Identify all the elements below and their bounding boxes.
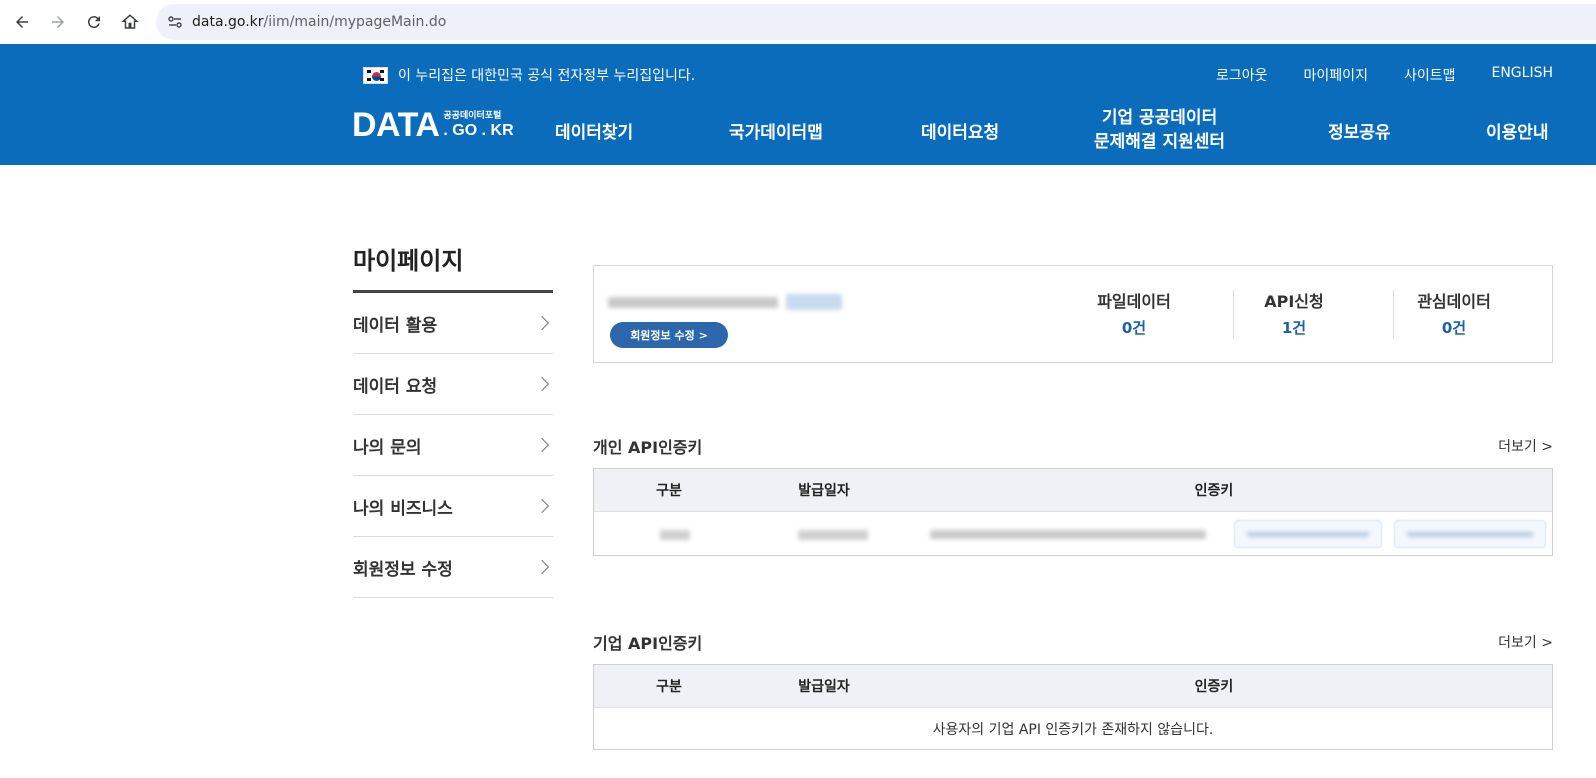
logo-sub: 공공데이터포털	[443, 111, 502, 121]
page-title: 마이페이지	[353, 247, 464, 275]
redacted-type	[660, 530, 690, 540]
column-header-type: 구분	[656, 483, 682, 499]
stat-value: 0건	[1441, 319, 1467, 337]
member-summary: 회원정보 수정 > 파일데이터 0건 API신청 1건 관심데이터 0건	[593, 265, 1553, 363]
stat-label: 관심데이터	[1417, 292, 1491, 311]
logout-link[interactable]: 로그아웃	[1216, 65, 1268, 85]
corp-api-more-link[interactable]: 더보기 >	[1498, 632, 1553, 652]
copy-key-button[interactable]	[1394, 520, 1546, 548]
stat-api-request[interactable]: API신청 1건	[1214, 288, 1374, 338]
nav-national-data-map[interactable]: 국가데이터맵	[729, 118, 823, 143]
column-header-issue-date: 발급일자	[798, 679, 850, 695]
personal-api-table: 구분 발급일자 인증키	[593, 468, 1553, 556]
chevron-right-icon	[534, 559, 550, 575]
chevron-right-icon	[534, 437, 550, 453]
column-header-issue-date: 발급일자	[798, 483, 850, 499]
sidebar-item-label: 나의 비즈니스	[353, 498, 453, 519]
forward-button[interactable]	[40, 4, 76, 40]
logo-domain: . GO . KR	[443, 122, 514, 139]
sidebar-item-label: 데이터 활용	[353, 315, 438, 336]
personal-api-more-link[interactable]: 더보기 >	[1498, 436, 1553, 456]
chevron-right-icon	[534, 498, 550, 514]
english-link[interactable]: ENGLISH	[1491, 65, 1553, 85]
nav-corp-line2: 문제해결 지원센터	[1094, 132, 1226, 152]
gov-notice-text: 이 누리집은 대한민국 공식 전자정부 누리집입니다.	[398, 68, 696, 84]
sidebar-item-label: 나의 문의	[353, 437, 422, 458]
arrow-right-icon	[52, 16, 64, 28]
site-logo[interactable]: DATA 공공데이터포털 . GO . KR	[352, 106, 514, 144]
redacted-user-badge	[786, 294, 842, 310]
nav-guide[interactable]: 이용안내	[1486, 118, 1549, 143]
sidebar-item-label: 회원정보 수정	[353, 559, 453, 580]
redacted-issue-date	[798, 530, 868, 540]
chevron-right-icon	[534, 315, 550, 331]
logo-main: DATA	[352, 106, 440, 144]
corp-api-title: 기업 API인증키	[593, 634, 703, 653]
nav-corp-support-center[interactable]: 기업 공공데이터 문제해결 지원센터	[1094, 106, 1225, 154]
column-header-auth-key: 인증키	[1194, 679, 1234, 695]
stat-value: 0건	[1121, 319, 1147, 337]
sidebar-item-data-request[interactable]: 데이터 요청	[353, 354, 553, 415]
sidebar-item-label: 데이터 요청	[353, 376, 438, 397]
korea-flag-icon	[363, 66, 388, 84]
empty-message: 사용자의 기업 API 인증키가 존재하지 않습니다.	[594, 707, 1552, 749]
nav-data-request[interactable]: 데이터요청	[921, 118, 999, 143]
sidebar-item-my-inquiry[interactable]: 나의 문의	[353, 415, 553, 476]
redacted-user-info	[608, 297, 778, 308]
gov-notice: 이 누리집은 대한민국 공식 전자정부 누리집입니다.	[363, 65, 695, 85]
chevron-right-icon	[534, 376, 550, 392]
stat-interest-data[interactable]: 관심데이터 0건	[1374, 288, 1534, 338]
stat-file-data[interactable]: 파일데이터 0건	[1054, 288, 1214, 338]
reload-icon	[87, 16, 100, 29]
address-bar[interactable]: data.go.kr/iim/main/mypageMain.do	[156, 4, 1596, 40]
copy-key-button[interactable]	[1234, 520, 1382, 548]
redacted-auth-key	[930, 530, 1206, 539]
sitemap-link[interactable]: 사이트맵	[1404, 65, 1456, 85]
stat-label: 파일데이터	[1097, 292, 1171, 311]
site-info-icon[interactable]	[160, 7, 190, 37]
util-links: 로그아웃 마이페이지 사이트맵 ENGLISH	[1216, 65, 1553, 85]
table-header: 구분 발급일자 인증키	[594, 469, 1552, 511]
back-button[interactable]	[4, 4, 40, 40]
sidebar-item-data-usage[interactable]: 데이터 활용	[353, 293, 553, 354]
table-header: 구분 발급일자 인증키	[594, 665, 1552, 707]
stat-value: 1건	[1281, 319, 1307, 337]
home-icon	[121, 14, 139, 29]
mypage-link[interactable]: 마이페이지	[1304, 65, 1368, 85]
corp-api-table: 구분 발급일자 인증키 사용자의 기업 API 인증키가 존재하지 않습니다.	[593, 664, 1553, 750]
edit-profile-button[interactable]: 회원정보 수정 >	[610, 322, 728, 348]
arrow-left-icon	[16, 16, 28, 28]
sidebar-item-edit-profile[interactable]: 회원정보 수정	[353, 537, 553, 598]
column-header-auth-key: 인증키	[1194, 483, 1234, 499]
url-text: data.go.kr/iim/main/mypageMain.do	[192, 14, 447, 30]
stat-label: API신청	[1264, 292, 1324, 311]
reload-button[interactable]	[76, 4, 112, 40]
sidebar-menu: 데이터 활용 데이터 요청 나의 문의 나의 비즈니스 회원정보 수정	[353, 293, 553, 598]
column-header-type: 구분	[656, 679, 682, 695]
nav-corp-line1: 기업 공공데이터	[1101, 108, 1218, 128]
browser-toolbar: data.go.kr/iim/main/mypageMain.do	[0, 0, 1596, 44]
table-row[interactable]	[594, 511, 1552, 555]
personal-api-title: 개인 API인증키	[593, 438, 703, 457]
home-button[interactable]	[112, 4, 148, 40]
nav-data-find[interactable]: 데이터찾기	[555, 118, 633, 143]
site-header: 이 누리집은 대한민국 공식 전자정부 누리집입니다. 로그아웃 마이페이지 사…	[0, 44, 1596, 165]
nav-info-share[interactable]: 정보공유	[1328, 118, 1391, 143]
sidebar-item-my-business[interactable]: 나의 비즈니스	[353, 476, 553, 537]
